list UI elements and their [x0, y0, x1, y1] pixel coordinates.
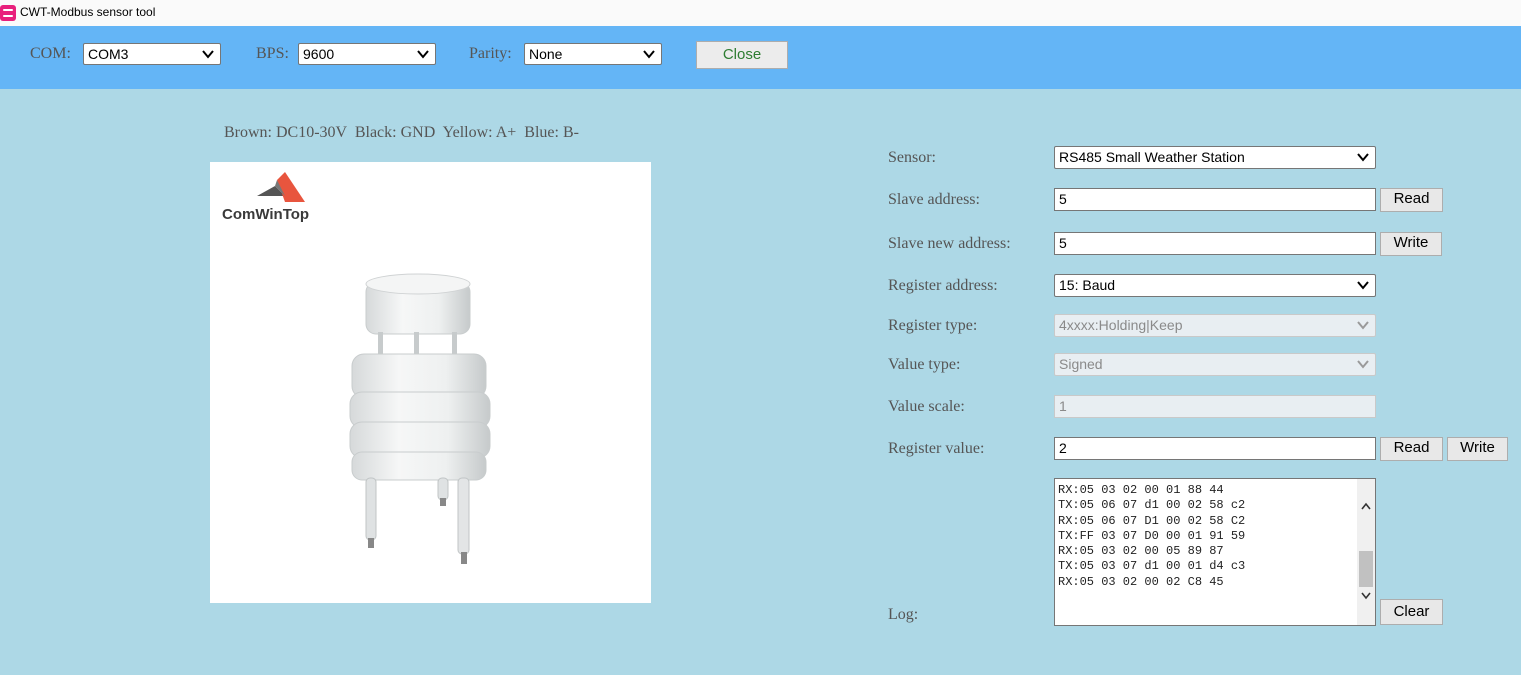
chevron-down-icon [1357, 153, 1369, 162]
parity-label: Parity: [469, 45, 512, 62]
log-line: RX:05 06 07 D1 00 02 58 C2 [1058, 513, 1246, 528]
log-scrollbar[interactable] [1357, 479, 1375, 625]
sensor-photo: ComWinTop [210, 162, 651, 603]
sensor-label: Sensor: [888, 149, 936, 166]
slave-new-address-input[interactable]: 5 [1054, 232, 1376, 255]
log-line: TX:05 06 07 d1 00 02 58 c2 [1058, 498, 1246, 513]
close-button[interactable]: Close [696, 41, 788, 69]
slave-new-address-label: Slave new address: [888, 235, 1011, 252]
connection-toolbar: COM: COM3 BPS: 9600 Parity: None Close [0, 26, 1521, 89]
com-select-value: COM3 [88, 46, 129, 62]
chevron-down-icon [643, 50, 655, 59]
scroll-up-icon[interactable] [1360, 501, 1372, 513]
bps-select[interactable]: 9600 [298, 43, 436, 65]
clear-log-button[interactable]: Clear [1380, 599, 1443, 625]
chevron-down-icon [1357, 321, 1369, 330]
register-value-input[interactable]: 2 [1054, 437, 1376, 460]
register-address-select[interactable]: 15: Baud [1054, 274, 1376, 297]
com-select[interactable]: COM3 [83, 43, 221, 65]
parity-select-value: None [529, 46, 563, 62]
parity-select[interactable]: None [524, 43, 662, 65]
slave-address-read-button[interactable]: Read [1380, 188, 1443, 212]
register-value-write-button[interactable]: Write [1447, 437, 1508, 461]
value-scale-input: 1 [1054, 395, 1376, 418]
chevron-down-icon [1357, 281, 1369, 290]
chevron-down-icon [202, 50, 214, 59]
log-line: TX:05 03 07 d1 00 01 d4 c3 [1058, 559, 1246, 574]
comwintop-logo-icon [257, 172, 305, 202]
value-type-label: Value type: [888, 356, 961, 373]
brand-logo-text: ComWinTop [222, 206, 310, 223]
register-value-read-button[interactable]: Read [1380, 437, 1443, 461]
bps-select-value: 9600 [303, 46, 335, 62]
slave-address-input[interactable]: 5 [1054, 188, 1376, 211]
value-scale-label: Value scale: [888, 398, 965, 415]
bps-label: BPS: [256, 45, 289, 62]
chevron-down-icon [417, 50, 429, 59]
register-type-label: Register type: [888, 317, 978, 334]
register-address-value: 15: Baud [1059, 277, 1116, 293]
register-type-select: 4xxxx:Holding|Keep [1054, 314, 1376, 337]
value-type-value: Signed [1059, 356, 1103, 372]
log-content: RX:05 03 02 00 01 88 44 TX:05 06 07 d1 00… [1058, 483, 1245, 590]
log-line: RX:05 03 02 00 01 88 44 [1058, 483, 1224, 497]
app-icon [0, 5, 16, 21]
value-type-select: Signed [1054, 353, 1376, 376]
sensor-select[interactable]: RS485 Small Weather Station [1054, 146, 1376, 169]
chevron-down-icon [1357, 360, 1369, 369]
weather-station-illustration [349, 273, 491, 564]
slave-address-label: Slave address: [888, 191, 980, 208]
log-scrollbar-thumb[interactable] [1359, 551, 1373, 587]
log-label: Log: [888, 606, 919, 623]
log-line: RX:05 03 02 00 02 C8 45 [1058, 574, 1224, 589]
register-address-label: Register address: [888, 277, 998, 294]
slave-new-address-write-button[interactable]: Write [1380, 232, 1442, 256]
sensor-select-value: RS485 Small Weather Station [1059, 149, 1245, 165]
register-value-label: Register value: [888, 440, 985, 457]
scroll-down-icon[interactable] [1360, 589, 1372, 601]
title-bar: CWT-Modbus sensor tool [0, 0, 1521, 26]
com-label: COM: [30, 45, 71, 62]
log-line: RX:05 03 02 00 05 89 87 [1058, 544, 1224, 559]
wiring-info: Brown: DC10-30V Black: GND Yellow: A+ Bl… [224, 124, 579, 141]
log-textarea[interactable]: RX:05 03 02 00 01 88 44 TX:05 06 07 d1 00… [1054, 478, 1376, 626]
register-type-value: 4xxxx:Holding|Keep [1059, 317, 1183, 333]
log-line: TX:FF 03 07 D0 00 01 91 59 [1058, 528, 1246, 543]
window-title: CWT-Modbus sensor tool [20, 5, 156, 19]
